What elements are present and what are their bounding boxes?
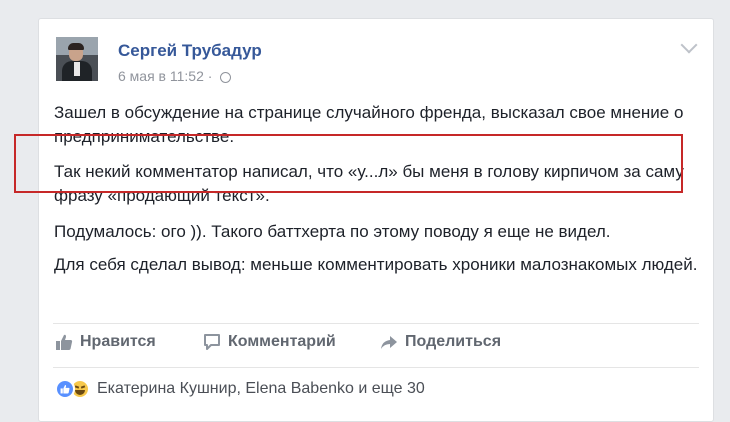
thumbs-up-icon — [56, 334, 73, 350]
post-paragraph-3: Подумалось: ого )). Такого баттхерта по … — [54, 222, 611, 241]
highlight-box — [14, 134, 683, 193]
comment-button[interactable]: Комментарий — [203, 331, 336, 353]
post-timestamp[interactable]: 6 мая в 11:52 · — [118, 68, 212, 84]
post-meta: 6 мая в 11:52 · — [118, 68, 232, 84]
comment-label: Комментарий — [228, 333, 336, 350]
chevron-down-icon[interactable] — [680, 36, 698, 54]
share-label: Поделиться — [405, 333, 502, 350]
author-name-link[interactable]: Сергей Трубадур — [118, 41, 262, 61]
share-arrow-icon — [381, 336, 397, 349]
divider — [53, 367, 699, 368]
share-button[interactable]: Поделиться — [380, 331, 501, 353]
reactions-summary[interactable]: Екатерина Кушнир, Elena Babenko и еще 30 — [55, 378, 425, 400]
reactions-names[interactable]: Екатерина Кушнир, Elena Babenko и еще 30 — [97, 380, 425, 398]
divider — [53, 323, 699, 324]
like-reaction-icon — [55, 379, 75, 399]
globe-icon — [220, 71, 232, 83]
comment-icon — [204, 334, 220, 350]
like-label: Нравится — [80, 333, 156, 350]
like-button[interactable]: Нравится — [55, 331, 156, 353]
author-avatar[interactable] — [56, 37, 98, 81]
post-card: Сергей Трубадур 6 мая в 11:52 · Зашел в … — [38, 18, 714, 422]
post-paragraph-4: Для себя сделал вывод: меньше комментиро… — [54, 255, 698, 274]
